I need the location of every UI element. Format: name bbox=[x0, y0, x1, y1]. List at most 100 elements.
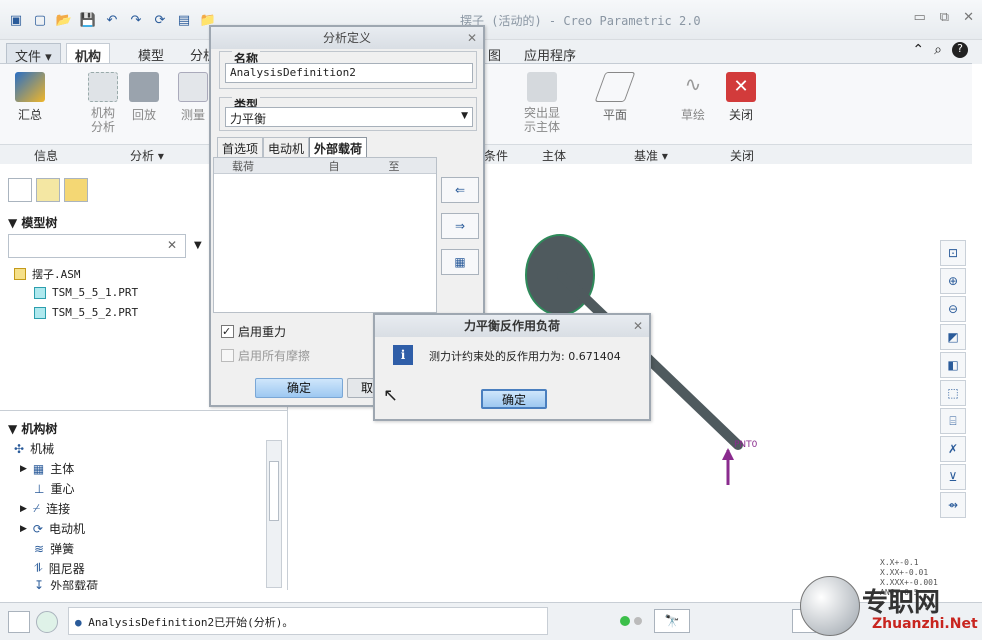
plane-button[interactable]: 平面 bbox=[594, 72, 636, 123]
repaint-icon[interactable]: ◩ bbox=[940, 324, 966, 350]
folder-browser-tab-icon[interactable] bbox=[36, 178, 60, 202]
tab-model[interactable]: 模型 bbox=[130, 43, 172, 64]
collapse-ribbon-icon[interactable]: ⌃ bbox=[912, 42, 924, 58]
mechanism-display-icon[interactable]: ⇴ bbox=[940, 492, 966, 518]
remove-load-icon[interactable]: ⇒ bbox=[441, 213, 479, 239]
tab-file[interactable]: 文件 ▾ bbox=[6, 43, 61, 65]
regenerate-icon[interactable]: ⟳ bbox=[150, 10, 170, 30]
highlight-body-button[interactable]: 突出显 示主体 bbox=[520, 72, 564, 134]
new-icon[interactable]: ▢ bbox=[30, 10, 50, 30]
saved-orientations-icon[interactable]: ⬚ bbox=[940, 380, 966, 406]
model-tree-header[interactable]: ▼ 模型树 bbox=[8, 214, 57, 231]
search-icon[interactable]: ⌕ bbox=[934, 42, 942, 58]
regeneration-status-icon bbox=[620, 616, 630, 626]
tab-motors[interactable]: 电动机 bbox=[263, 137, 310, 157]
checkbox-checked[interactable]: ✓ bbox=[221, 325, 234, 338]
close-window-icon[interactable]: ✕ bbox=[963, 10, 974, 25]
mech-item-springs[interactable]: ≋ 弹簧 bbox=[34, 540, 74, 557]
model-tree-search-input[interactable]: ✕ bbox=[8, 234, 186, 258]
windows-icon[interactable]: ▤ bbox=[174, 10, 194, 30]
datum-display-icon[interactable]: ✗ bbox=[940, 436, 966, 462]
watermark-ball-logo bbox=[800, 576, 860, 636]
analysis-name-input[interactable]: AnalysisDefinition2 bbox=[225, 63, 473, 83]
browser-toggle-icon[interactable] bbox=[36, 611, 58, 633]
gravity-icon: ⊥ bbox=[34, 481, 45, 496]
gravity-display-icon[interactable]: ⊻ bbox=[940, 464, 966, 490]
app-icon[interactable]: ▣ bbox=[6, 10, 26, 30]
find-icon[interactable]: 🔭 bbox=[654, 609, 690, 633]
dropdown-arrow-icon: ▼ bbox=[461, 111, 468, 121]
mech-item-connections[interactable]: ▶ ⌿ 连接 bbox=[20, 500, 70, 517]
measure-button[interactable]: 测量 bbox=[178, 72, 208, 123]
expand-icon[interactable]: ▶ bbox=[20, 464, 27, 474]
add-load-icon[interactable]: ⇐ bbox=[441, 177, 479, 203]
tree-item-part[interactable]: TSM_5_5_1.PRT bbox=[34, 286, 138, 299]
mechanism-icon: ✣ bbox=[14, 441, 25, 456]
save-icon[interactable]: 💾 bbox=[78, 10, 98, 30]
mech-item-gravity[interactable]: ⊥ 重心 bbox=[34, 480, 74, 497]
dialog-title-bar[interactable]: 力平衡反作用负荷 ✕ bbox=[375, 315, 649, 337]
summary-button[interactable]: 汇总 bbox=[10, 72, 50, 123]
message-area: ● AnalysisDefinition2已开始(分析)。 bbox=[68, 607, 548, 635]
help-icon[interactable]: ? bbox=[952, 42, 968, 58]
bullet-icon: ● bbox=[75, 616, 82, 629]
zoom-in-icon[interactable]: ⊕ bbox=[940, 268, 966, 294]
undo-icon[interactable]: ↶ bbox=[102, 10, 122, 30]
external-load-icon: ↧ bbox=[34, 580, 45, 590]
mech-item-motors[interactable]: ▶ ⟳ 电动机 bbox=[20, 520, 85, 537]
mech-tree-scrollbar[interactable] bbox=[266, 440, 282, 588]
mech-analysis-button[interactable]: 机构 分析 bbox=[86, 72, 120, 134]
expand-icon[interactable]: ▶ bbox=[20, 504, 27, 514]
ok-button[interactable]: 确定 bbox=[255, 378, 343, 398]
friction-checkbox[interactable]: 启用所有摩擦 bbox=[221, 347, 310, 364]
mech-item-mechanism[interactable]: ✣ 机械 bbox=[14, 440, 54, 457]
arrow-head bbox=[722, 448, 734, 460]
close-dialog-icon[interactable]: ✕ bbox=[467, 27, 477, 49]
group-conditions: 条件 bbox=[478, 144, 528, 164]
title-bar: ▣ ▢ 📂 💾 ↶ ↷ ⟳ ▤ 📁 摆子 (活动的) - Creo Parame… bbox=[0, 0, 982, 40]
tree-item-assembly[interactable]: 摆子.ASM bbox=[14, 266, 81, 282]
playback-button[interactable]: 回放 bbox=[128, 72, 160, 123]
scrollbar-thumb[interactable] bbox=[269, 461, 279, 521]
zoom-out-icon[interactable]: ⊖ bbox=[940, 296, 966, 322]
refit-icon[interactable]: ⊡ bbox=[940, 240, 966, 266]
mech-item-dampers[interactable]: ⥮ 阻尼器 bbox=[34, 560, 85, 577]
analysis-type-select[interactable]: 力平衡 ▼ bbox=[225, 107, 473, 127]
gravity-checkbox[interactable]: ✓ 启用重力 bbox=[221, 323, 286, 340]
display-style-icon[interactable]: ◧ bbox=[940, 352, 966, 378]
group-datum[interactable]: 基准 ▾ bbox=[588, 144, 718, 164]
loads-table[interactable]: 载荷 自 至 bbox=[213, 157, 437, 313]
group-analysis[interactable]: 分析 ▾ bbox=[90, 144, 210, 164]
tab-preferences[interactable]: 首选项 bbox=[217, 137, 264, 157]
close-mechanism-button[interactable]: ✕ 关闭 bbox=[724, 72, 758, 123]
watermark-en: Zhuanzhi.Net bbox=[872, 616, 978, 632]
close-dialog-icon[interactable]: ✕ bbox=[633, 315, 643, 337]
clear-search-icon[interactable]: ✕ bbox=[167, 238, 177, 252]
dialog-title-bar[interactable]: 分析定义 ✕ bbox=[211, 27, 483, 49]
restore-icon[interactable]: ⧉ bbox=[940, 10, 949, 25]
tab-mechanism[interactable]: 机构 bbox=[66, 43, 111, 65]
model-tree-tab-icon[interactable] bbox=[8, 178, 32, 202]
sketch-button[interactable]: ∿ 草绘 bbox=[676, 72, 710, 123]
mech-tree-header[interactable]: ▼ 机构树 bbox=[8, 420, 57, 437]
favorites-tab-icon[interactable] bbox=[64, 178, 88, 202]
mech-item-bodies[interactable]: ▶ ▦ 主体 bbox=[20, 460, 74, 477]
tree-settings-dropdown-icon[interactable]: ▼ bbox=[194, 240, 202, 251]
summary-icon bbox=[15, 72, 45, 102]
ok-button[interactable]: 确定 bbox=[481, 389, 547, 409]
info-icon: i bbox=[393, 345, 413, 365]
redo-icon[interactable]: ↷ bbox=[126, 10, 146, 30]
view-manager-icon[interactable]: ⌸ bbox=[940, 408, 966, 434]
select-all-icon[interactable]: ▦ bbox=[441, 249, 479, 275]
open-icon[interactable]: 📂 bbox=[54, 10, 74, 30]
show-navigator-icon[interactable] bbox=[8, 611, 30, 633]
checkbox-disabled[interactable] bbox=[221, 349, 234, 362]
tree-item-part[interactable]: TSM_5_5_2.PRT bbox=[34, 306, 138, 319]
minimize-icon[interactable]: ▭ bbox=[914, 10, 926, 25]
mech-item-external-loads[interactable]: ↧ 外部载荷 bbox=[34, 580, 98, 590]
window-controls: ▭ ⧉ ✕ bbox=[914, 10, 975, 25]
tab-external-loads[interactable]: 外部载荷 bbox=[309, 137, 368, 157]
expand-icon[interactable]: ▶ bbox=[20, 524, 27, 534]
help-area: ⌃ ⌕ ? bbox=[912, 42, 968, 58]
tab-applications[interactable]: 应用程序 bbox=[516, 43, 584, 64]
